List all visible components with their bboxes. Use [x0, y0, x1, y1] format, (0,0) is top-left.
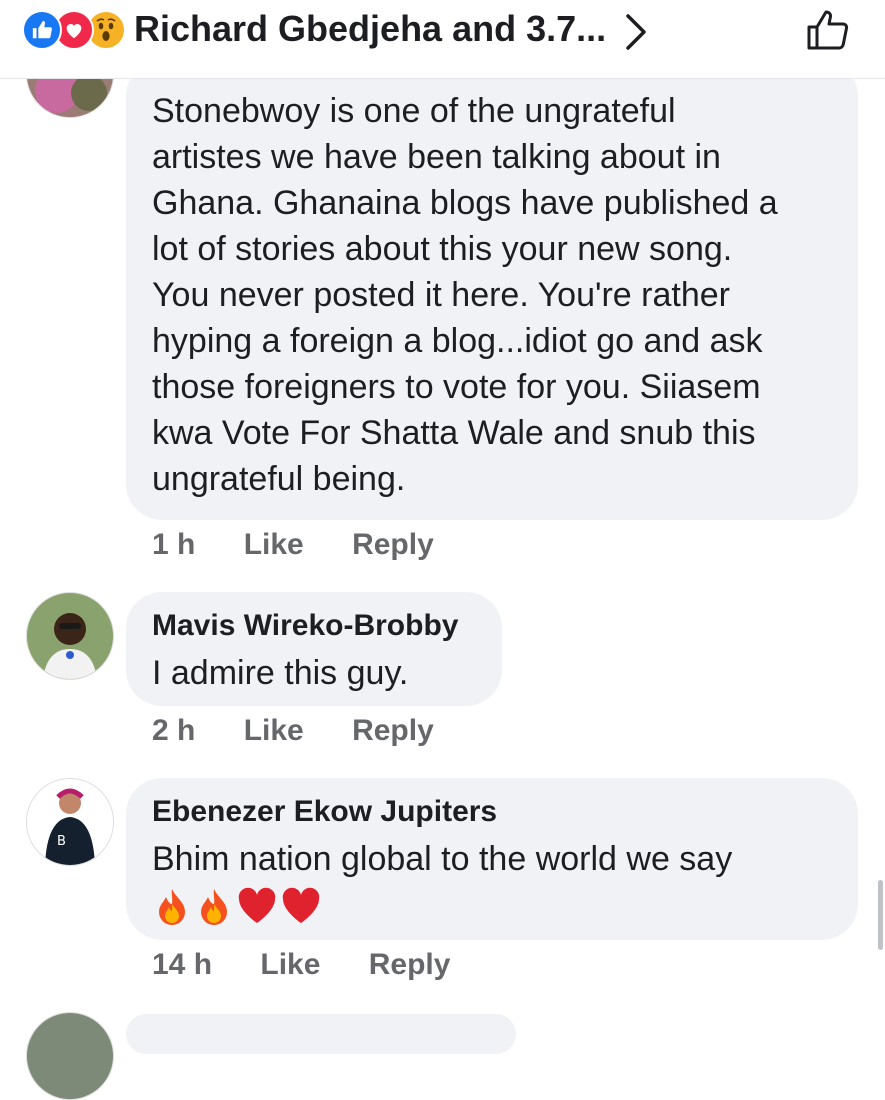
like-link[interactable]: Like	[260, 948, 320, 981]
comment-line: kwa Vote For Shatta Wale and snub this	[152, 414, 756, 452]
reactions-header: Richard Gbedjeha and 3.7...	[0, 0, 885, 79]
chevron-right-icon[interactable]	[624, 12, 648, 57]
comment-bubble: Stonebwoy is one of the ungrateful artis…	[126, 60, 858, 520]
like-icon	[22, 10, 62, 50]
reaction-summary-icons[interactable]	[22, 10, 132, 50]
svg-text:B: B	[57, 834, 66, 849]
reply-link[interactable]: Reply	[369, 948, 451, 981]
comment-line: You never posted it here. You're rather	[152, 276, 730, 314]
comment-meta: 1 h Like Reply	[152, 528, 474, 562]
comment-meta: 14 h Like Reply	[152, 948, 490, 982]
heart-emoji-icon	[236, 886, 278, 931]
scrollbar[interactable]	[878, 880, 883, 950]
like-link[interactable]: Like	[244, 528, 304, 561]
comment-timestamp[interactable]: 1 h	[152, 528, 195, 561]
comment-line: ungrateful being.	[152, 460, 406, 498]
comment-author[interactable]: Ebenezer Ekow Jupiters	[152, 794, 832, 830]
comment-text: Stonebwoy is one of the ungrateful artis…	[152, 88, 832, 502]
emoji-row	[152, 886, 832, 931]
avatar[interactable]: B	[26, 778, 114, 866]
avatar[interactable]	[26, 592, 114, 680]
comment-bubble	[126, 1014, 516, 1054]
comment-line: lot of stories about this your new song.	[152, 230, 733, 268]
comment-line: Stonebwoy is one of the ungrateful	[152, 92, 676, 130]
reply-link[interactable]: Reply	[352, 528, 434, 561]
reply-link[interactable]: Reply	[352, 714, 434, 747]
comment-bubble: Mavis Wireko-Brobby I admire this guy.	[126, 592, 502, 706]
reaction-summary-text[interactable]: Richard Gbedjeha and 3.7...	[134, 8, 606, 50]
comment-text: Bhim nation global to the world we say	[152, 840, 733, 878]
heart-emoji-icon	[280, 886, 322, 931]
comment-timestamp[interactable]: 2 h	[152, 714, 195, 747]
fire-emoji-icon	[152, 886, 192, 931]
comment-meta: 2 h Like Reply	[152, 714, 474, 748]
like-link[interactable]: Like	[244, 714, 304, 747]
comment-text: I admire this guy.	[152, 654, 409, 692]
comment-author[interactable]: Mavis Wireko-Brobby	[152, 608, 476, 644]
comment-line: those foreigners to vote for you. Siiase…	[152, 368, 761, 406]
avatar[interactable]	[26, 1012, 114, 1100]
comment-line: hyping a foreign a blog...idiot go and a…	[152, 322, 763, 360]
comment-timestamp[interactable]: 14 h	[152, 948, 212, 981]
like-button-icon[interactable]	[804, 6, 852, 59]
comment-line: artistes we have been talking about in	[152, 138, 721, 176]
fire-emoji-icon	[194, 886, 234, 931]
comment-bubble: Ebenezer Ekow Jupiters Bhim nation globa…	[126, 778, 858, 940]
comment-line: Ghana. Ghanaina blogs have published a	[152, 184, 778, 222]
